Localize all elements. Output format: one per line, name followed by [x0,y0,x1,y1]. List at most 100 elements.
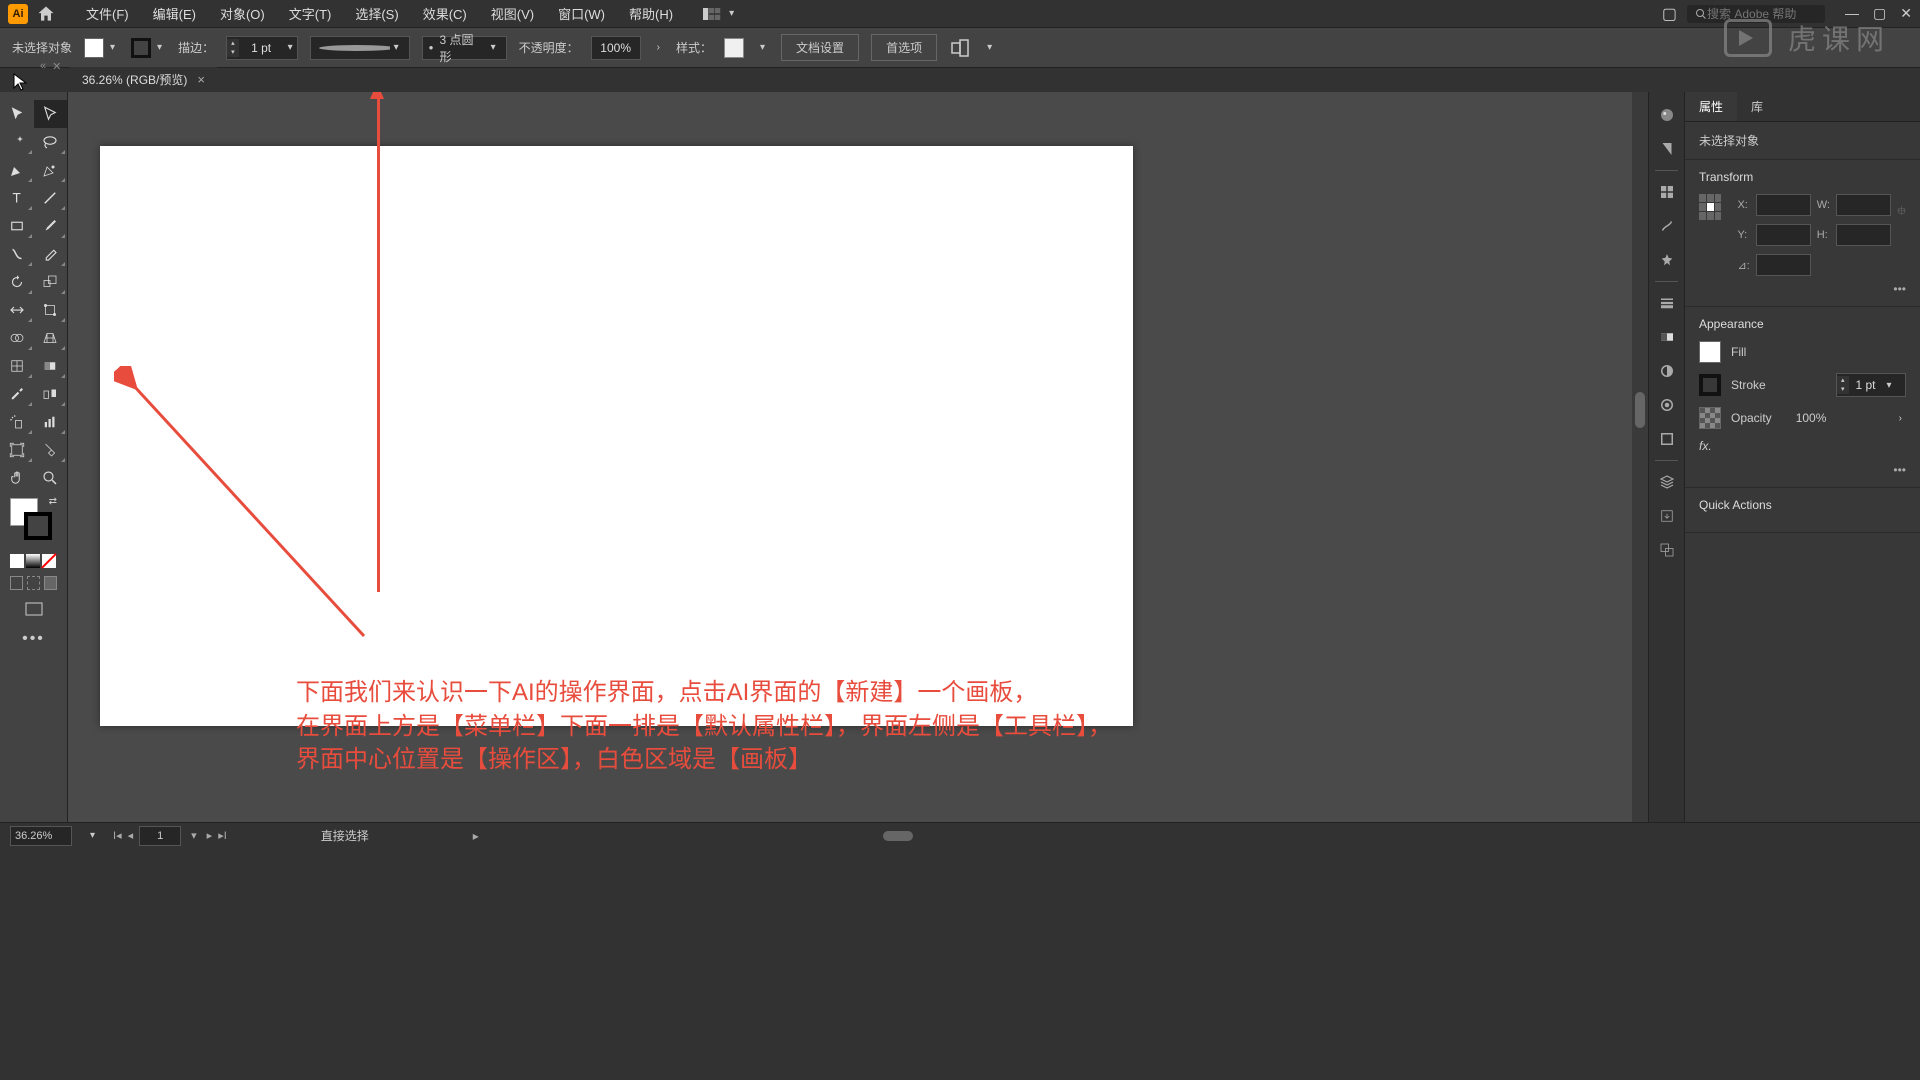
close-icon[interactable]: ✕ [1900,5,1912,22]
rectangle-tool[interactable] [0,212,34,240]
opacity-input[interactable] [591,36,641,60]
zoom-tool[interactable] [34,464,68,492]
style-dropdown[interactable]: ▾ [756,42,769,53]
eraser-tool[interactable] [34,240,68,268]
tab-left-icon[interactable]: « [40,60,46,73]
stroke-dropdown[interactable]: ▾ [153,42,166,53]
gradient-tool[interactable] [34,352,68,380]
magic-wand-tool[interactable] [0,128,34,156]
none-mode-icon[interactable] [42,554,56,568]
direct-selection-tool[interactable] [34,100,68,128]
transform-y-input[interactable] [1756,224,1811,246]
artboards-panel-icon[interactable] [1649,533,1685,567]
stroke-panel-icon[interactable] [1649,286,1685,320]
fill-swatch[interactable] [84,38,104,58]
transparency-panel-icon[interactable] [1649,354,1685,388]
transform-w-input[interactable] [1836,194,1891,216]
stroke-weight-input[interactable] [239,41,284,55]
paintbrush-tool[interactable] [34,212,68,240]
edit-toolbar-icon[interactable]: ••• [0,622,67,656]
zoom-level-input[interactable] [10,826,72,846]
color-mode-icon[interactable] [10,554,24,568]
menu-select[interactable]: 选择(S) [345,1,408,26]
transform-h-input[interactable] [1836,224,1891,246]
document-setup-button[interactable]: 文档设置 [781,34,859,61]
curvature-tool[interactable] [34,156,68,184]
column-graph-tool[interactable] [34,408,68,436]
selection-tool[interactable] [0,100,34,128]
screen-mode[interactable] [0,596,67,622]
color-guide-panel-icon[interactable] [1649,132,1685,166]
swap-fill-stroke-icon[interactable]: ⇄ [49,496,57,507]
appearance-stroke-weight[interactable]: ▴▾ ▾ [1836,373,1906,397]
artboard-tool[interactable] [0,436,34,464]
status-play-icon[interactable]: ▸ [473,829,479,843]
menu-help[interactable]: 帮助(H) [619,1,683,26]
menu-view[interactable]: 视图(V) [481,1,544,26]
type-tool[interactable]: T [0,184,34,212]
document-tab[interactable]: 36.26% (RGB/预览) × [70,67,217,92]
symbols-panel-icon[interactable] [1649,243,1685,277]
gradient-panel-icon[interactable] [1649,320,1685,354]
tab-properties[interactable]: 属性 [1685,92,1737,121]
stroke-weight[interactable]: ▴▾ ▾ [226,36,298,60]
shaper-tool[interactable] [0,240,34,268]
draw-normal-icon[interactable] [10,576,23,590]
preferences-button[interactable]: 首选项 [871,34,937,61]
constrain-proportions-icon[interactable]: ⯐ [1897,202,1906,223]
swatches-panel-icon[interactable] [1649,175,1685,209]
align-dropdown[interactable]: ▾ [983,42,996,53]
home-icon[interactable] [36,4,56,24]
tab-library[interactable]: 库 [1737,92,1777,121]
shape-builder-tool[interactable] [0,324,34,352]
hand-tool[interactable] [0,464,34,492]
lasso-tool[interactable] [34,128,68,156]
fill-dropdown[interactable]: ▾ [106,42,119,53]
width-tool[interactable] [0,296,34,324]
rotate-tool[interactable] [0,268,34,296]
transform-x-input[interactable] [1756,194,1811,216]
tab-close-all-icon[interactable]: ✕ [52,60,61,73]
graphic-style-swatch[interactable] [724,38,744,58]
artboard-number-input[interactable] [139,826,181,846]
perspective-grid-tool[interactable] [34,324,68,352]
blend-tool[interactable] [34,380,68,408]
layers-panel-icon[interactable] [1649,465,1685,499]
line-tool[interactable] [34,184,68,212]
vertical-scrollbar[interactable] [1632,92,1648,822]
document-tab-close-icon[interactable]: × [197,72,205,87]
appearance-panel-icon[interactable] [1649,388,1685,422]
align-icon[interactable] [949,37,971,59]
gradient-mode-icon[interactable] [26,554,40,568]
prev-artboard-icon[interactable]: ◂ [128,829,134,842]
asset-export-panel-icon[interactable] [1649,499,1685,533]
appearance-stroke-swatch[interactable] [1699,374,1721,396]
arrange-documents[interactable]: ▾ [703,7,738,21]
slice-tool[interactable] [34,436,68,464]
next-artboard-icon[interactable]: ▸ [207,829,213,842]
symbol-sprayer-tool[interactable] [0,408,34,436]
brush-definition[interactable]: ● 3 点圆形 ▾ [422,36,507,60]
mesh-tool[interactable] [0,352,34,380]
draw-inside-icon[interactable] [44,576,57,590]
menu-edit[interactable]: 编辑(E) [143,1,206,26]
menu-object[interactable]: 对象(O) [210,1,275,26]
appearance-fill-swatch[interactable] [1699,341,1721,363]
color-panel-icon[interactable] [1649,98,1685,132]
fx-label[interactable]: fx. [1699,439,1712,453]
graphic-styles-panel-icon[interactable] [1649,422,1685,456]
horizontal-scrollbar[interactable] [503,829,1900,843]
first-artboard-icon[interactable]: I◂ [113,829,122,842]
free-transform-tool[interactable] [34,296,68,324]
menu-file[interactable]: 文件(F) [76,1,139,26]
last-artboard-icon[interactable]: ▸I [218,829,227,842]
menu-effect[interactable]: 效果(C) [413,1,477,26]
opacity-dropdown[interactable]: › [653,42,664,53]
brushes-panel-icon[interactable] [1649,209,1685,243]
stroke-swatch[interactable] [131,38,151,58]
transform-more-icon[interactable]: ••• [1893,282,1906,296]
menu-type[interactable]: 文字(T) [279,1,342,26]
appearance-opacity-dropdown[interactable]: › [1895,413,1906,424]
pen-tool[interactable] [0,156,34,184]
canvas-area[interactable]: 下面我们来认识一下AI的操作界面，点击AI界面的【新建】一个画板， 在界面上方是… [68,92,1648,822]
